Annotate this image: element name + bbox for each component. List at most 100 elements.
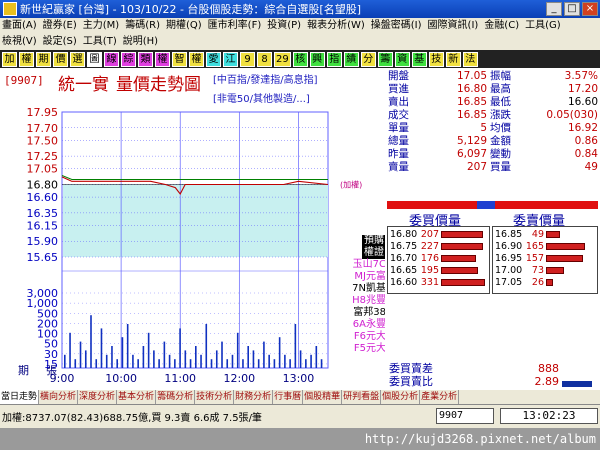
toolbar-button[interactable]: 法 — [462, 51, 478, 67]
menu-item[interactable]: 籌碼(R) — [125, 20, 160, 31]
warrant-legend-item[interactable]: 6A永豐 — [340, 319, 386, 331]
window-title: 新世紀贏家 [台灣] - 103/10/22 - 台股個股走勢：綜合自選股[名望… — [20, 3, 361, 16]
ask-row: 16.90 165 — [495, 241, 595, 252]
bid-price: 16.75 — [390, 241, 418, 252]
toolbar-button[interactable]: 類 — [138, 51, 153, 67]
volume-bar — [74, 359, 77, 368]
analysis-tab[interactable]: 技術分析 — [195, 390, 235, 404]
analysis-tab[interactable]: 財務分析 — [234, 390, 274, 404]
volume-bar — [189, 359, 192, 368]
toolbar-button[interactable]: 愛 — [206, 51, 221, 67]
analysis-tab[interactable]: 籌碼分析 — [156, 390, 196, 404]
analysis-tab[interactable]: 基本分析 — [117, 390, 157, 404]
index-tags-2[interactable]: [非電50/其他製造/...] — [213, 90, 310, 105]
toolbar-button[interactable]: 籌 — [377, 51, 393, 67]
volume-bar — [305, 359, 307, 368]
volume-bar — [137, 359, 139, 368]
volume-bar — [163, 341, 166, 368]
menu-item[interactable]: 檢視(V) — [2, 36, 37, 47]
volume-bar — [252, 350, 255, 368]
toolbar-button[interactable]: 技 — [428, 51, 444, 67]
toolbar-button[interactable]: 權 — [189, 51, 204, 67]
warrant-legend-item[interactable]: 預購 — [362, 235, 386, 247]
menu-item[interactable]: 說明(H) — [123, 36, 158, 47]
analysis-tab[interactable]: 產業分析 — [420, 390, 460, 404]
toolbar-button[interactable]: 8 — [257, 51, 272, 67]
toolbar-button[interactable]: 興 — [309, 51, 325, 67]
minimize-button[interactable]: _ — [546, 2, 562, 16]
warrant-legend-item[interactable]: MJ元富 — [340, 271, 386, 283]
app-icon — [3, 2, 17, 16]
ask-volume-bar — [546, 243, 585, 250]
watermark-bar: http://kujd3268.pixnet.net/album — [0, 428, 600, 450]
toolbar-button[interactable]: 加 — [2, 51, 17, 67]
toolbar-button[interactable]: 綜 — [121, 51, 136, 67]
menu-item[interactable]: 報表分析(W) — [307, 20, 365, 31]
quote-value: 16.80 — [456, 83, 487, 95]
quote-value: 49 — [584, 161, 598, 173]
toolbar-button[interactable]: 資 — [394, 51, 410, 67]
toolbar-button[interactable]: 選 — [70, 51, 85, 67]
warrant-legend-item[interactable]: H8兆豐 — [340, 295, 386, 307]
analysis-tab[interactable]: 深度分析 — [78, 390, 118, 404]
volume-bar — [236, 332, 239, 368]
warrant-legend-item[interactable]: 7N凱基 — [340, 283, 386, 295]
quote-label: 賣量 — [388, 161, 409, 173]
analysis-tab[interactable]: 橫向分析 — [39, 390, 79, 404]
menu-item[interactable]: 證券(E) — [43, 20, 77, 31]
quote-value: 16.92 — [567, 122, 598, 134]
toolbar-button[interactable]: 新 — [445, 51, 461, 67]
menu-item[interactable]: 畫面(A) — [2, 20, 37, 31]
toolbar-button[interactable]: 分 — [360, 51, 376, 67]
toolbar-button[interactable]: 價 — [53, 51, 68, 67]
menu-item[interactable]: 操盤密碼(I) — [371, 20, 422, 31]
menu-item[interactable]: 匯市利率(F) — [208, 20, 262, 31]
toolbar-button[interactable]: 29 — [274, 51, 291, 67]
toolbar-button[interactable]: 期 — [36, 51, 51, 67]
analysis-tab[interactable]: 當日走勢 — [0, 390, 40, 404]
toolbar-button[interactable]: 線 — [104, 51, 119, 67]
menu-item[interactable]: 設定(S) — [43, 36, 77, 47]
toolbar-button[interactable]: 績 — [343, 51, 359, 67]
bid-row: 16.80 207 — [390, 229, 488, 240]
maximize-button[interactable]: □ — [564, 2, 580, 16]
toolbar-button[interactable]: 權 — [155, 51, 170, 67]
toolbar-button[interactable]: 基 — [411, 51, 427, 67]
quote-label: 單量 — [388, 122, 409, 134]
warrant-legend-item[interactable]: 玉山7C — [340, 259, 386, 271]
toolbar-button[interactable]: 江 — [223, 51, 238, 67]
index-tags-1[interactable]: [中百指/發達指/高息指] — [213, 71, 318, 86]
warrant-legend-item[interactable]: F5元大 — [340, 343, 386, 355]
stock-code-input[interactable]: 9907 — [436, 408, 494, 424]
price-tick-label: 17.25 — [27, 150, 59, 163]
order-diff-row: 委買賣差 888 — [389, 363, 597, 375]
menu-item[interactable]: 投資(P) — [267, 20, 301, 31]
toolbar-button[interactable]: 權 — [19, 51, 34, 67]
quote-value: 0.86 — [574, 135, 598, 147]
menu-item[interactable]: 工具(T) — [83, 36, 117, 47]
close-button[interactable]: × — [582, 2, 598, 16]
warrant-legend-item[interactable]: F6元大 — [340, 331, 386, 343]
toolbar-button[interactable]: 指 — [326, 51, 342, 67]
quote-label: 總量 — [388, 135, 409, 147]
menu-item[interactable]: 期權(Q) — [166, 20, 202, 31]
toolbar-button[interactable]: 圖 — [87, 51, 102, 67]
toolbar-button[interactable]: 核 — [292, 51, 308, 67]
time-tick-label: 13:00 — [283, 372, 315, 385]
quote-row: 賣量 207 買量 49 — [385, 161, 600, 174]
menu-item[interactable]: 工具(G) — [525, 20, 561, 31]
analysis-tab[interactable]: 個股分析 — [381, 390, 421, 404]
menu-item[interactable]: 金融(C) — [484, 20, 519, 31]
toolbar-button[interactable]: 9 — [240, 51, 255, 67]
volume-bar — [294, 324, 297, 368]
volume-bar — [121, 337, 124, 368]
analysis-tab[interactable]: 行事曆 — [273, 390, 304, 404]
analysis-tab[interactable]: 研判看盤 — [342, 390, 382, 404]
warrant-legend-item[interactable]: 權證 — [362, 247, 386, 259]
analysis-tab[interactable]: 個股精華 — [303, 390, 343, 404]
ask-row: 17.05 26 — [495, 277, 595, 288]
warrant-legend-item[interactable]: 富邦38 — [340, 307, 386, 319]
menu-item[interactable]: 主力(M) — [83, 20, 119, 31]
toolbar-button[interactable]: 智 — [172, 51, 187, 67]
menu-item[interactable]: 國際資訊(I) — [428, 20, 479, 31]
